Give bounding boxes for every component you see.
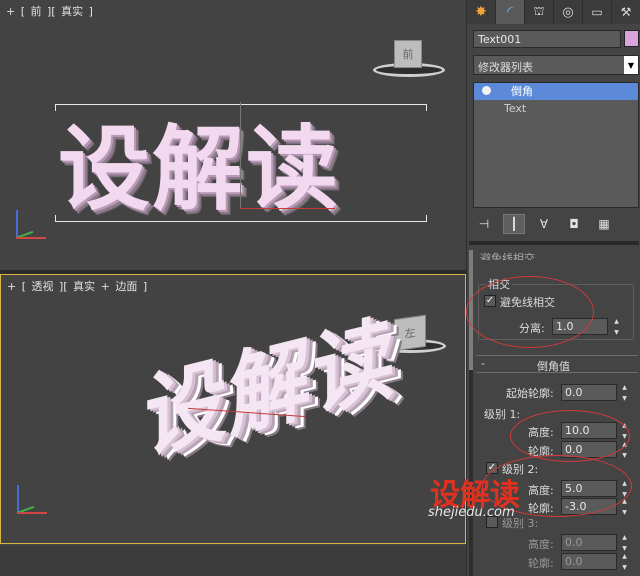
viewport-view-name[interactable]: 透视 xyxy=(32,280,54,293)
motion-tab[interactable]: ◎ xyxy=(554,0,583,24)
viewport-bracket: [ xyxy=(20,5,26,18)
annotation-circle xyxy=(510,410,630,462)
sun-icon: ✸ xyxy=(475,4,487,20)
make-unique-icon[interactable]: ∀ xyxy=(533,214,555,234)
viewcube-icon[interactable]: 左 xyxy=(394,314,426,352)
command-panel-tabs: ✸ ◜ ⛫ ◎ ▭ ⚒ xyxy=(467,0,640,24)
viewport-bottom-strip xyxy=(0,546,466,576)
perspective-viewport-label[interactable]: + [ 透视 ][ 真实 + 边面 ] xyxy=(7,278,149,294)
remove-modifier-icon[interactable]: ◘ xyxy=(563,214,585,234)
viewport-bracket: ][ xyxy=(47,5,56,18)
panel-divider xyxy=(469,241,639,245)
chevron-down-icon[interactable]: ▼ xyxy=(624,56,638,74)
stack-item-label: Text xyxy=(504,102,527,115)
watermark-url: shejiedu.com xyxy=(428,505,515,520)
viewport-menu-plus[interactable]: + xyxy=(7,280,16,293)
lightbulb-icon[interactable] xyxy=(482,86,491,95)
viewport-bracket: ][ xyxy=(59,280,68,293)
start-outline-spinner[interactable]: ▲ ▼ xyxy=(620,384,629,402)
modify-arc-icon: ◜ xyxy=(507,4,513,20)
show-end-result-icon[interactable]: ┃ xyxy=(503,214,525,234)
viewport-edge-plus: + xyxy=(100,280,110,293)
bevel-values-title: 倒角值 xyxy=(537,360,570,373)
viewport-shading-mode[interactable]: 真实 xyxy=(61,5,83,18)
create-tab[interactable]: ✸ xyxy=(467,0,496,24)
configure-sets-icon[interactable]: ▦ xyxy=(593,214,615,234)
level3-height-spinner[interactable]: ▲ ▼ xyxy=(620,534,629,552)
object-name-field[interactable]: Text001 xyxy=(473,30,621,48)
viewport-shading-mode[interactable]: 真实 xyxy=(73,280,95,293)
annotation-circle xyxy=(466,276,594,348)
z-axis-icon xyxy=(17,485,19,513)
viewcube-face-label: 左 xyxy=(404,326,416,341)
x-axis-icon xyxy=(16,237,46,239)
hammer-icon: ⚒ xyxy=(620,5,632,19)
modifier-stack[interactable]: 倒角 Text xyxy=(473,82,639,208)
modifier-list-label: 修改器列表 xyxy=(478,61,533,74)
hierarchy-icon: ⛫ xyxy=(533,4,545,18)
viewport-edge-mode[interactable]: 边面 xyxy=(115,280,137,293)
stack-item-label: 倒角 xyxy=(511,85,533,98)
stack-item-bevel[interactable]: 倒角 xyxy=(474,83,638,100)
front-viewport[interactable]: + [ 前 ][ 真实 ] 设解读 前 xyxy=(0,0,466,270)
viewport-view-name[interactable]: 前 xyxy=(31,5,42,18)
x-axis-icon xyxy=(17,512,47,514)
level3-outline-label: 轮廓: xyxy=(528,557,554,570)
hierarchy-tab[interactable]: ⛫ xyxy=(525,0,554,24)
axis-tripod xyxy=(12,208,52,248)
rollout-collapse-icon[interactable]: - xyxy=(481,357,485,370)
viewport-bracket: [ xyxy=(21,280,27,293)
pivot-z-line xyxy=(240,102,241,208)
level3-height-label: 高度: xyxy=(528,538,554,551)
monitor-icon: ▭ xyxy=(591,5,603,19)
level3-outline-spinner[interactable]: ▲ ▼ xyxy=(620,553,629,571)
motion-ring-icon: ◎ xyxy=(562,4,574,20)
utilities-tab[interactable]: ⚒ xyxy=(612,0,640,24)
viewport-menu-plus[interactable]: + xyxy=(6,5,15,18)
viewport-bracket: ] xyxy=(142,280,148,293)
viewport-bracket: ] xyxy=(88,5,93,18)
stack-toolbar: ⊣ ┃ ∀ ◘ ▦ xyxy=(473,213,639,235)
separation-spinner[interactable]: ▲ ▼ xyxy=(612,318,621,336)
modify-tab[interactable]: ◜ xyxy=(496,0,525,24)
z-axis-icon xyxy=(16,210,18,238)
object-color-swatch[interactable] xyxy=(624,30,639,47)
pin-stack-icon[interactable]: ⊣ xyxy=(473,214,495,234)
start-outline-field[interactable]: 0.0 xyxy=(561,384,617,401)
front-viewport-label[interactable]: + [ 前 ][ 真实 ] xyxy=(6,3,95,19)
truncated-option: 避免线相交 xyxy=(480,252,535,260)
display-tab[interactable]: ▭ xyxy=(583,0,612,24)
pivot-x-line xyxy=(240,208,335,209)
modifier-list-dropdown[interactable]: 修改器列表 ▼ xyxy=(473,55,639,75)
start-outline-label: 起始轮廓: xyxy=(506,387,554,400)
level3-outline-field[interactable]: 0.0 xyxy=(561,553,617,570)
level1-label: 级别 1: xyxy=(484,408,521,421)
viewcube-icon[interactable]: 前 xyxy=(394,40,422,68)
viewcube-face-label: 前 xyxy=(402,48,414,61)
level3-height-field[interactable]: 0.0 xyxy=(561,534,617,551)
axis-tripod xyxy=(13,483,53,523)
stack-item-text[interactable]: Text xyxy=(474,100,638,117)
